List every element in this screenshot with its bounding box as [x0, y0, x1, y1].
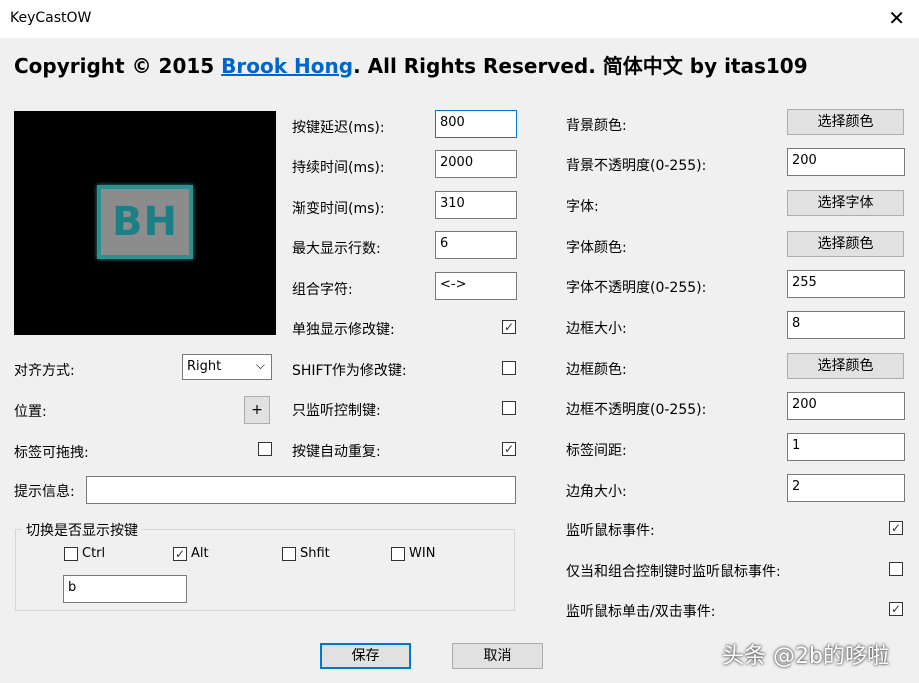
- border-opacity-label: 边框不透明度(0-255):: [566, 402, 707, 418]
- shift-label: Shfit: [300, 546, 330, 561]
- font-label: 字体:: [566, 199, 599, 215]
- align-select[interactable]: Right ⌵: [182, 354, 272, 380]
- duration-input[interactable]: 2000: [435, 150, 517, 178]
- save-button[interactable]: 保存: [320, 643, 411, 669]
- fade-time-input[interactable]: 310: [435, 191, 517, 219]
- author-link[interactable]: Brook Hong: [221, 54, 353, 78]
- toggle-keys-title: 切换是否显示按键: [22, 520, 142, 540]
- bg-color-button[interactable]: 选择颜色: [787, 109, 904, 135]
- corner-size-label: 边角大小:: [566, 484, 627, 500]
- combo-char-label: 组合字符:: [292, 282, 353, 298]
- mouse-events-checkbox[interactable]: ✓: [889, 521, 903, 535]
- max-lines-input[interactable]: 6: [435, 231, 517, 259]
- corner-size-input[interactable]: 2: [787, 474, 905, 502]
- chevron-down-icon: ⌵: [255, 358, 265, 372]
- pin-icon: +: [251, 402, 263, 418]
- show-modifier-checkbox[interactable]: ✓: [502, 320, 516, 334]
- draggable-checkbox[interactable]: [258, 442, 272, 456]
- border-size-label: 边框大小:: [566, 321, 627, 337]
- alt-label: Alt: [191, 546, 209, 561]
- position-button[interactable]: +: [244, 396, 270, 424]
- auto-repeat-checkbox[interactable]: ✓: [502, 442, 516, 456]
- bg-color-label: 背景颜色:: [566, 118, 627, 134]
- tip-input[interactable]: [86, 476, 516, 504]
- mouse-events-label: 监听鼠标事件:: [566, 523, 655, 539]
- bh-logo: BH: [97, 185, 193, 259]
- auto-repeat-label: 按键自动重复:: [292, 444, 381, 460]
- watermark-text: 头条 @2b的哆啦: [722, 644, 889, 669]
- key-delay-input[interactable]: 800: [435, 110, 517, 138]
- label-spacing-input[interactable]: 1: [787, 433, 905, 461]
- control-only-checkbox[interactable]: [502, 401, 516, 415]
- mouse-click-label: 监听鼠标单击/双击事件:: [566, 604, 716, 620]
- max-lines-label: 最大显示行数:: [292, 241, 381, 257]
- bg-opacity-label: 背景不透明度(0-255):: [566, 158, 707, 174]
- shift-modifier-label: SHIFT作为修改键:: [292, 363, 407, 379]
- font-color-label: 字体颜色:: [566, 240, 627, 256]
- border-size-input[interactable]: 8: [787, 311, 905, 339]
- key-delay-label: 按键延迟(ms):: [292, 120, 385, 136]
- bg-opacity-input[interactable]: 200: [787, 148, 905, 176]
- font-opacity-input[interactable]: 255: [787, 270, 905, 298]
- show-modifier-label: 单独显示修改键:: [292, 322, 395, 338]
- toggle-key-input[interactable]: b: [63, 575, 187, 603]
- mouse-click-checkbox[interactable]: ✓: [889, 602, 903, 616]
- font-opacity-label: 字体不透明度(0-255):: [566, 280, 707, 296]
- copyright-suffix: . All Rights Reserved. 简体中文 by itas109: [353, 54, 808, 78]
- control-only-label: 只监听控制键:: [292, 403, 381, 419]
- preview-panel: BH: [14, 111, 276, 335]
- mouse-with-modifier-label: 仅当和组合控制键时监听鼠标事件:: [566, 564, 781, 580]
- win-checkbox[interactable]: [391, 547, 405, 561]
- border-opacity-input[interactable]: 200: [787, 392, 905, 420]
- shift-modifier-checkbox[interactable]: [502, 361, 516, 375]
- border-color-button[interactable]: 选择颜色: [787, 353, 904, 379]
- shift-checkbox[interactable]: [282, 547, 296, 561]
- copyright-text: Copyright © 2015 Brook Hong. All Rights …: [14, 50, 808, 79]
- mouse-with-modifier-checkbox[interactable]: [889, 562, 903, 576]
- ctrl-checkbox[interactable]: [64, 547, 78, 561]
- combo-char-input[interactable]: <->: [435, 272, 517, 300]
- bh-logo-text: BH: [112, 199, 178, 245]
- title-bar: KeyCastOW ✕: [0, 0, 919, 38]
- cancel-button[interactable]: 取消: [452, 643, 543, 669]
- border-color-label: 边框颜色:: [566, 362, 627, 378]
- window-title: KeyCastOW: [10, 10, 92, 26]
- copyright-prefix: Copyright © 2015: [14, 54, 222, 78]
- draggable-label: 标签可拖拽:: [14, 445, 89, 461]
- position-label: 位置:: [14, 404, 47, 420]
- alt-checkbox[interactable]: ✓: [173, 547, 187, 561]
- duration-label: 持续时间(ms):: [292, 160, 385, 176]
- fade-time-label: 渐变时间(ms):: [292, 201, 385, 217]
- font-button[interactable]: 选择字体: [787, 190, 904, 216]
- label-spacing-label: 标签间距:: [566, 443, 627, 459]
- font-color-button[interactable]: 选择颜色: [787, 231, 904, 257]
- align-value: Right: [187, 359, 222, 374]
- tip-label: 提示信息:: [14, 484, 75, 500]
- close-icon[interactable]: ✕: [888, 6, 905, 30]
- ctrl-label: Ctrl: [82, 546, 106, 561]
- win-label: WIN: [409, 546, 436, 561]
- align-label: 对齐方式:: [14, 363, 75, 379]
